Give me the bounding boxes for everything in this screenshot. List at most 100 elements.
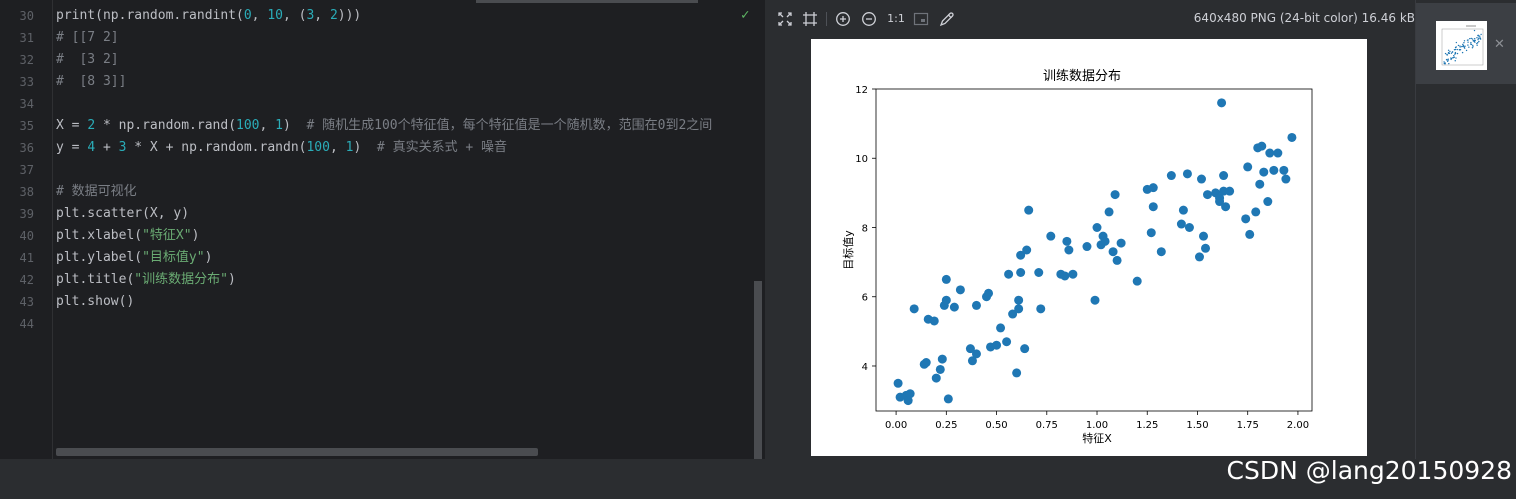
thumbnail-panel: ✕ xyxy=(1415,0,1516,459)
code-line[interactable]: plt.ylabel("目标值y") xyxy=(56,247,212,269)
x-tick-label: 0.00 xyxy=(885,420,907,431)
thumbnail-point xyxy=(1451,51,1454,53)
scatter-point xyxy=(971,349,981,359)
code-token: "目标值y" xyxy=(142,250,205,265)
scatter-point xyxy=(1279,165,1289,175)
thumbnail-point xyxy=(1461,45,1463,48)
code-token: plt.scatter(X, y) xyxy=(56,206,190,221)
scatter-point xyxy=(1194,252,1204,262)
line-number: 33 xyxy=(19,75,34,89)
scatter-point xyxy=(1064,245,1074,255)
thumbnail-point xyxy=(1456,48,1459,51)
code-token: ) xyxy=(353,140,377,155)
scatter-point xyxy=(1062,236,1072,246)
thumbnail-point xyxy=(1447,58,1449,60)
thumbnail-point xyxy=(1463,47,1466,49)
code-token: , xyxy=(251,8,268,23)
image-info-label: 640x480 PNG (24-bit color) 16.46 kB xyxy=(1193,11,1415,25)
thumbnail-point xyxy=(1477,42,1479,44)
code-line[interactable]: X = 2 * np.random.rand(100, 1) # 随机生成100… xyxy=(56,115,712,137)
code-line[interactable]: plt.xlabel("特征X") xyxy=(56,225,199,247)
thumbnail-point xyxy=(1472,44,1474,47)
scatter-point xyxy=(921,358,931,368)
image-viewer: 1:1 640x480 PNG (24-bit color) 16.46 kB … xyxy=(765,0,1415,459)
scatter-point xyxy=(1176,219,1186,229)
zoom-in-icon[interactable] xyxy=(835,11,851,27)
scatter-point xyxy=(1201,243,1211,253)
code-line[interactable]: print(np.random.randint(0, 10, (3, 2))) xyxy=(56,5,361,27)
thumbnail-point xyxy=(1465,49,1468,52)
thumbnail-point xyxy=(1476,44,1478,46)
y-tick-label: 4 xyxy=(862,362,868,373)
y-axis-ticks: 4 6 8 10 12 xyxy=(855,85,876,373)
scatter-point xyxy=(1281,174,1291,184)
horizontal-scrollbar[interactable] xyxy=(56,448,538,456)
code-token: # [3 2] xyxy=(56,52,119,67)
thumbnail-selected-item[interactable]: ✕ xyxy=(1416,3,1516,84)
line-number: 37 xyxy=(19,163,34,177)
scatter-point xyxy=(1092,222,1102,232)
thumbnail-point xyxy=(1480,33,1482,36)
code-token: ))) xyxy=(337,8,362,23)
code-line[interactable]: plt.show() xyxy=(56,291,134,313)
scatter-point xyxy=(929,316,939,326)
thumbnail-point xyxy=(1474,39,1476,42)
code-line[interactable]: # [3 2] xyxy=(56,49,119,71)
scatter-point xyxy=(1036,304,1046,314)
y-tick-label: 6 xyxy=(862,293,868,304)
scatter-point xyxy=(1251,207,1261,217)
thumbnail-point xyxy=(1457,44,1460,47)
scatter-point xyxy=(1060,271,1070,281)
code-token: plt.title( xyxy=(56,272,135,287)
code-line[interactable]: # [8 3]] xyxy=(56,71,126,93)
fit-to-window-icon[interactable] xyxy=(777,11,793,27)
code-token: * X + np.random.randn( xyxy=(126,140,307,155)
y-tick-label: 8 xyxy=(862,223,868,234)
scatter-point xyxy=(996,323,1006,333)
actual-size-button[interactable]: 1:1 xyxy=(886,11,906,27)
code-editor[interactable]: 30 31 32 33 34 35 36 37 38 39 40 41 42 43 44 print(np.… xyxy=(0,0,765,459)
thumbnail-point xyxy=(1467,41,1469,43)
thumbnail-point xyxy=(1473,37,1476,40)
scatter-point xyxy=(1046,231,1056,241)
image-viewer-toolbar: 1:1 640x480 PNG (24-bit color) 16.46 kB xyxy=(765,0,1415,36)
code-area[interactable]: print(np.random.randint(0, 10, (3, 2))) #… xyxy=(56,0,756,459)
scatter-point xyxy=(1110,190,1120,200)
code-line[interactable]: plt.scatter(X, y) xyxy=(56,203,189,225)
scatter-point xyxy=(1219,171,1229,181)
code-line[interactable]: y = 4 + 3 * X + np.random.randn(100, 1) … xyxy=(56,137,507,159)
code-token: # [8 3]] xyxy=(56,74,127,89)
code-token: "训练数据分布" xyxy=(134,272,228,287)
scatter-point xyxy=(1014,304,1024,314)
scatter-point xyxy=(1148,202,1158,212)
color-picker-icon[interactable] xyxy=(939,11,955,27)
scatter-point xyxy=(893,378,903,388)
scatter-point xyxy=(1146,228,1156,238)
code-line[interactable]: # 数据可视化 xyxy=(56,181,137,203)
thumbnail-point xyxy=(1448,62,1450,65)
vertical-scrollbar[interactable] xyxy=(754,281,762,459)
background-toggle-icon[interactable] xyxy=(913,11,929,27)
scatter-point xyxy=(1243,162,1253,172)
close-icon[interactable]: ✕ xyxy=(1494,37,1505,52)
thumbnail-point xyxy=(1471,38,1474,40)
thumbnail-image[interactable] xyxy=(1436,21,1487,70)
scatter-point xyxy=(1287,132,1297,142)
scatter-point xyxy=(1082,242,1092,252)
thumbnail-point xyxy=(1474,41,1476,43)
scatter-point xyxy=(935,364,945,374)
zoom-out-icon[interactable] xyxy=(861,11,877,27)
code-line[interactable]: # [[7 2] xyxy=(56,27,119,49)
thumbnail-point xyxy=(1449,50,1451,53)
scatter-point xyxy=(909,304,919,314)
thumbnail-point xyxy=(1455,57,1457,59)
inspection-ok-icon[interactable]: ✓ xyxy=(741,7,749,23)
crop-grid-icon[interactable] xyxy=(802,11,818,27)
scatter-point xyxy=(992,340,1002,350)
code-line[interactable]: plt.title("训练数据分布") xyxy=(56,269,236,291)
code-token: X = xyxy=(56,118,88,133)
scatter-point xyxy=(1068,269,1078,279)
thumbnail-point xyxy=(1476,37,1478,39)
x-tick-label: 0.25 xyxy=(935,420,957,431)
thumbnail-point xyxy=(1472,46,1474,48)
